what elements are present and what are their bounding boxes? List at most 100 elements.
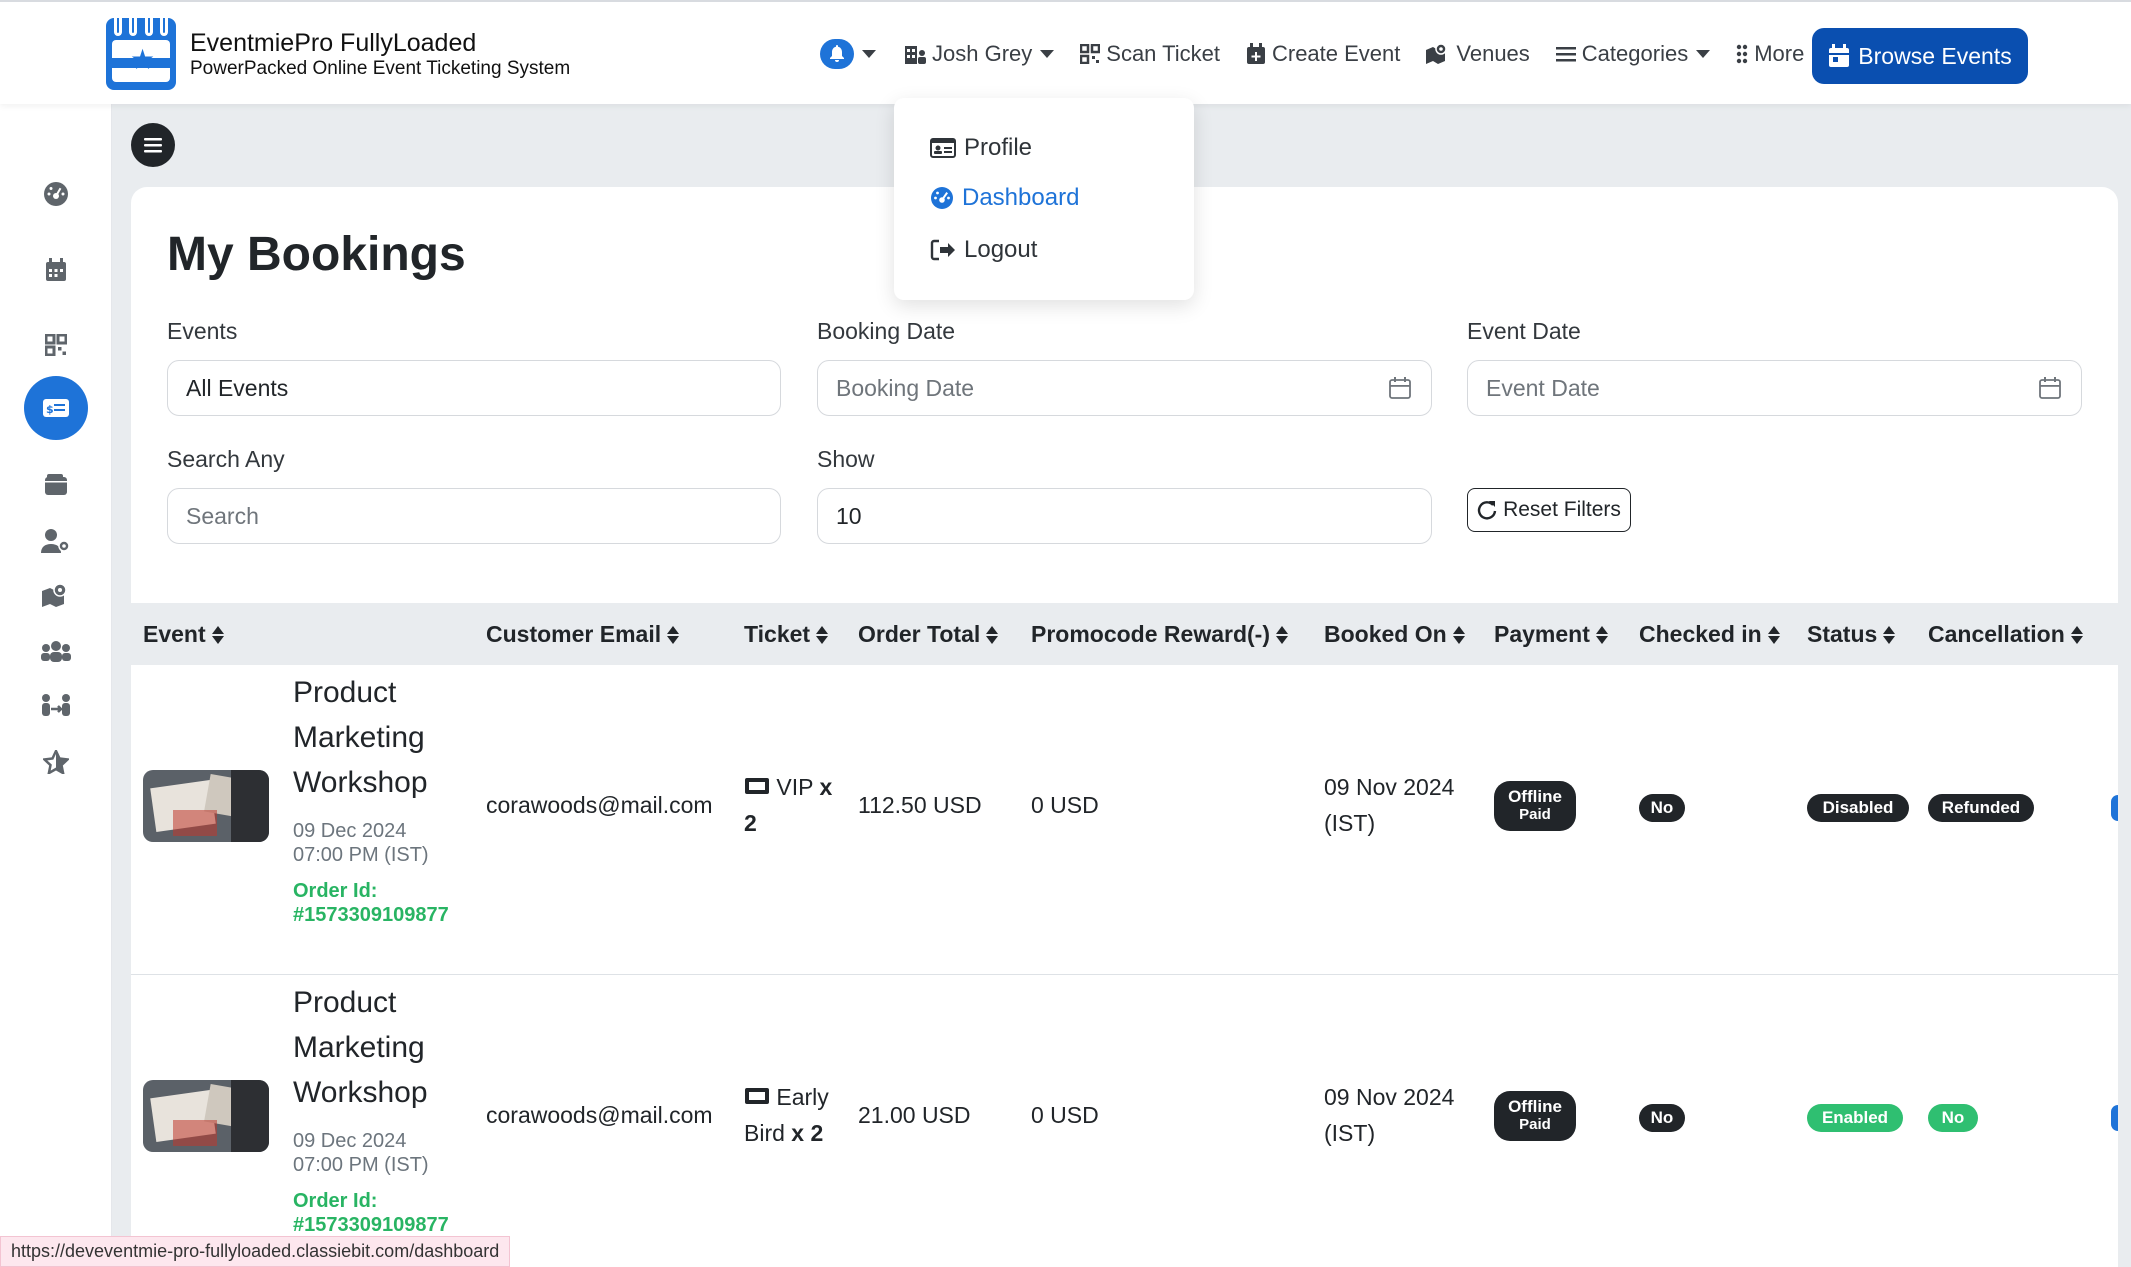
th-booked-on[interactable]: Booked On: [1324, 621, 1465, 648]
th-status[interactable]: Status: [1807, 621, 1896, 648]
event-title-link[interactable]: Product Marketing Workshop: [293, 980, 453, 1115]
qr-icon[interactable]: [24, 313, 88, 377]
status-badge: Enabled: [1807, 1104, 1903, 1132]
sort-icon: [1452, 625, 1465, 645]
event-date: 09 Dec 2024: [293, 820, 407, 842]
table-row[interactable]: Product Marketing Workshop 09 Dec 2024 0…: [131, 975, 2118, 1267]
main-nav: Josh Grey Scan Ticket Create Event Venue…: [820, 26, 1852, 82]
bookings-card: My Bookings Events All Events Booking Da…: [131, 187, 2118, 1267]
checked-in-badge: No: [1639, 794, 1685, 822]
table-row[interactable]: Product Marketing Workshop 09 Dec 2024 0…: [131, 665, 2118, 975]
ticket-name: VIP: [776, 774, 814, 800]
brand-logo: ★: [106, 18, 176, 90]
th-checked-in[interactable]: Checked in: [1639, 621, 1780, 648]
order-id-label: Order Id:: [293, 880, 378, 902]
payment-status: Paid: [1519, 1116, 1551, 1133]
nav-categories[interactable]: Categories: [1555, 41, 1711, 67]
event-date-input[interactable]: Event Date: [1467, 360, 2082, 416]
event-title-link[interactable]: Product Marketing Workshop: [293, 670, 453, 805]
calendar-icon[interactable]: [24, 238, 88, 302]
dropdown-item-logout-label: Logout: [964, 236, 1038, 263]
booking-date-label: Booking Date: [817, 318, 956, 344]
payment-method: Offline: [1508, 1097, 1562, 1116]
nav-scan-ticket-label: Scan Ticket: [1106, 41, 1220, 66]
calendar-plus-icon: [1246, 43, 1265, 64]
sort-icon: [2070, 625, 2083, 645]
cancellation-badge: No: [1928, 1104, 1978, 1132]
order-id: #1573309109877: [293, 904, 449, 926]
chevron-down-icon: [862, 50, 876, 58]
reset-filters-button[interactable]: Reset Filters: [1467, 488, 1631, 532]
th-order-total[interactable]: Order Total: [858, 621, 999, 648]
star-icon[interactable]: [24, 730, 88, 794]
promocode-reward: 0 USD: [1031, 792, 1099, 818]
th-event[interactable]: Event: [143, 621, 224, 648]
events-select[interactable]: All Events: [167, 360, 781, 416]
payment-status: Paid: [1519, 806, 1551, 823]
th-status-label: Status: [1807, 621, 1878, 647]
nav-categories-label: Categories: [1581, 41, 1689, 66]
nav-venues[interactable]: Venues: [1426, 41, 1530, 67]
browse-events-button[interactable]: Browse Events: [1812, 28, 2028, 84]
booking-date-input[interactable]: Booking Date: [817, 360, 1432, 416]
bars-icon: [144, 138, 162, 153]
user-name: Josh Grey: [932, 41, 1033, 66]
th-cancellation[interactable]: Cancellation: [1928, 621, 2083, 648]
order-id-label: Order Id:: [293, 1190, 378, 1212]
event-date: 09 Dec 2024: [293, 1130, 407, 1152]
ticket-icon: [745, 1088, 769, 1104]
booked-on-date: 09 Nov 2024: [1324, 1084, 1455, 1110]
nav-create-event[interactable]: Create Event: [1246, 41, 1400, 67]
th-customer-email[interactable]: Customer Email: [486, 621, 680, 648]
sort-icon: [1595, 625, 1608, 645]
order-total: 112.50 USD: [858, 792, 982, 818]
grip-icon: [1736, 44, 1748, 64]
bars-icon: [1555, 47, 1576, 62]
th-payment[interactable]: Payment: [1494, 621, 1608, 648]
user-menu[interactable]: Josh Grey: [904, 41, 1055, 67]
dropdown-item-dashboard[interactable]: Dashboard: [930, 184, 1079, 212]
search-label: Search Any: [167, 446, 285, 472]
show-label: Show: [817, 446, 875, 472]
dashboard-icon[interactable]: [24, 162, 88, 226]
user-dropdown-menu: Profile Dashboard Logout: [894, 98, 1194, 300]
dropdown-item-dashboard-label: Dashboard: [962, 184, 1080, 211]
th-promocode[interactable]: Promocode Reward(-): [1031, 621, 1288, 648]
chevron-down-icon: [1696, 50, 1711, 58]
dropdown-item-logout[interactable]: Logout: [930, 236, 1037, 264]
notifications-button[interactable]: [820, 39, 876, 69]
browse-events-label: Browse Events: [1858, 42, 2012, 69]
sidebar-toggle-button[interactable]: [131, 123, 175, 167]
search-input[interactable]: Search: [167, 488, 781, 544]
th-event-label: Event: [143, 621, 206, 647]
booked-on-tz: (IST): [1324, 1120, 1376, 1146]
row-action-button[interactable]: [2111, 795, 2118, 821]
bookings-ticket-icon[interactable]: $: [24, 376, 88, 440]
row-action-button[interactable]: [2111, 1105, 2118, 1131]
attendees-icon[interactable]: [24, 674, 88, 738]
event-time: 07:00 PM (IST): [293, 844, 429, 866]
event-thumbnail[interactable]: [143, 1080, 269, 1152]
show-select[interactable]: 10: [817, 488, 1432, 544]
nav-scan-ticket[interactable]: Scan Ticket: [1080, 41, 1220, 67]
browser-status-bar: https://deveventmie-pro-fullyloaded.clas…: [0, 1236, 511, 1267]
events-select-value: All Events: [186, 374, 289, 401]
th-ticket[interactable]: Ticket: [744, 621, 829, 648]
search-placeholder: Search: [186, 502, 259, 529]
th-booked-on-label: Booked On: [1324, 621, 1447, 647]
customer-email: corawoods@mail.com: [486, 1102, 713, 1128]
wallet-icon[interactable]: [24, 453, 88, 517]
brand[interactable]: ★ EventmiePro FullyLoaded PowerPacked On…: [106, 18, 570, 90]
calendar-icon: [2039, 377, 2061, 399]
checked-in-badge: No: [1639, 1104, 1685, 1132]
nav-venues-label: Venues: [1456, 41, 1530, 66]
calendar-icon: [1829, 44, 1850, 67]
dropdown-item-profile[interactable]: Profile: [930, 134, 1032, 162]
show-select-value: 10: [836, 502, 862, 529]
booking-date-placeholder: Booking Date: [836, 374, 975, 401]
nav-create-event-label: Create Event: [1271, 41, 1401, 66]
nav-more-label: More: [1754, 41, 1805, 66]
building-user-icon: [905, 46, 926, 64]
payment-badge: Offline Paid: [1494, 1091, 1576, 1141]
event-thumbnail[interactable]: [143, 770, 269, 842]
